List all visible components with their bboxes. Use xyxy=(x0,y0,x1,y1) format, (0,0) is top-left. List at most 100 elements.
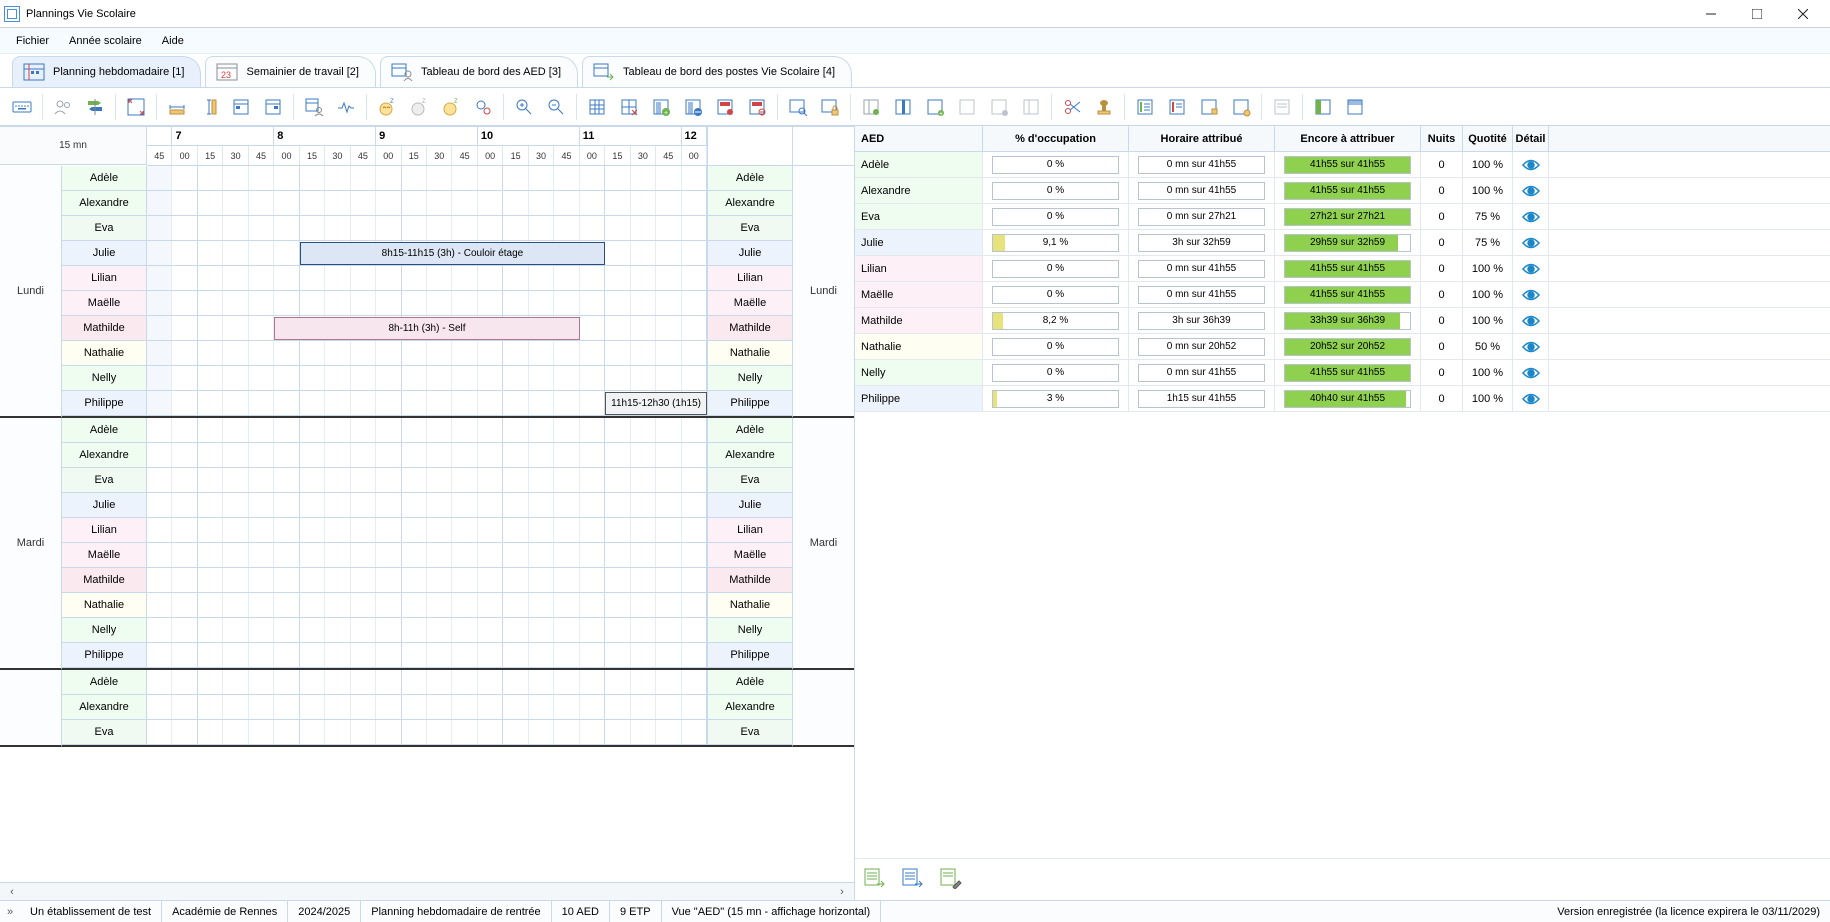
detail-eye-button[interactable] xyxy=(1513,334,1549,359)
grid-area[interactable]: 8h15-11h15 (3h) - Couloir étage8h-11h (3… xyxy=(147,166,707,418)
status-chevron-icon[interactable]: » xyxy=(0,906,20,918)
tab-semainier[interactable]: 23 Semainier de travail [2] xyxy=(205,56,376,87)
panel-left-icon[interactable] xyxy=(1307,92,1339,122)
aed-name[interactable]: Eva xyxy=(707,216,792,241)
maximize-button[interactable] xyxy=(1734,0,1780,28)
aed-row[interactable]: Julie9,1 %3h sur 32h5929h59 sur 32h59075… xyxy=(855,230,1830,256)
close-button[interactable] xyxy=(1780,0,1826,28)
detail-eye-button[interactable] xyxy=(1513,152,1549,177)
aed-name[interactable]: Alexandre xyxy=(62,695,147,720)
event-philippe[interactable]: 11h15-12h30 (1h15) xyxy=(605,392,707,415)
grid-gdis3-icon[interactable] xyxy=(1015,92,1047,122)
aed-name[interactable]: Lilian xyxy=(62,266,147,291)
aed-name[interactable]: Maëlle xyxy=(707,291,792,316)
signpost-icon[interactable] xyxy=(79,92,111,122)
people-icon[interactable] xyxy=(47,92,79,122)
keyboard-icon[interactable] xyxy=(6,92,38,122)
cal-left-icon[interactable] xyxy=(225,92,257,122)
face-zzz-green-icon[interactable]: Z xyxy=(435,92,467,122)
aed-name[interactable]: Philippe xyxy=(62,391,147,416)
search-window-icon[interactable] xyxy=(782,92,814,122)
aed-row[interactable]: Lilian0 %0 mn sur 41h5541h55 sur 41h5501… xyxy=(855,256,1830,282)
detail-eye-button[interactable] xyxy=(1513,282,1549,307)
lock-window-icon[interactable] xyxy=(814,92,846,122)
aed-row[interactable]: Nelly0 %0 mn sur 41h5541h55 sur 41h55010… xyxy=(855,360,1830,386)
aed-name[interactable]: Lilian xyxy=(707,266,792,291)
zoom-out-icon[interactable] xyxy=(540,92,572,122)
event-julie[interactable]: 8h15-11h15 (3h) - Couloir étage xyxy=(300,242,605,265)
tab-bord-aed[interactable]: Tableau de bord des AED [3] xyxy=(380,56,578,87)
aed-name[interactable]: Nathalie xyxy=(707,341,792,366)
grid-gcol-icon[interactable] xyxy=(887,92,919,122)
export-green-icon[interactable] xyxy=(863,867,887,892)
tab-bord-postes[interactable]: Tableau de bord des postes Vie Scolaire … xyxy=(582,56,852,87)
list-red-icon[interactable] xyxy=(1161,92,1193,122)
aed-row[interactable]: Eva0 %0 mn sur 27h2127h21 sur 27h21075 % xyxy=(855,204,1830,230)
stamp-icon[interactable] xyxy=(1088,92,1120,122)
detail-eye-button[interactable] xyxy=(1513,204,1549,229)
grid-minus-icon[interactable] xyxy=(677,92,709,122)
aed-name[interactable]: Maëlle xyxy=(62,543,147,568)
aed-name[interactable]: Maëlle xyxy=(707,543,792,568)
aed-name[interactable]: Alexandre xyxy=(707,191,792,216)
aed-name[interactable]: Alexandre xyxy=(707,695,792,720)
scroll-right-icon[interactable]: › xyxy=(834,886,850,898)
aed-name[interactable]: Julie xyxy=(707,493,792,518)
aed-name[interactable]: Eva xyxy=(62,720,147,745)
face-zzz-grey1-icon[interactable]: Z xyxy=(403,92,435,122)
menu-fichier[interactable]: Fichier xyxy=(6,32,59,50)
grid-gdis1-icon[interactable] xyxy=(951,92,983,122)
aed-row[interactable]: Adèle0 %0 mn sur 41h5541h55 sur 41h55010… xyxy=(855,152,1830,178)
detail-eye-button[interactable] xyxy=(1513,178,1549,203)
schedule-grid[interactable]: 15 mn78910111245001530450015304500153045… xyxy=(0,126,854,747)
aed-name[interactable]: Nelly xyxy=(62,618,147,643)
list-lock-icon[interactable] xyxy=(1193,92,1225,122)
aed-name[interactable]: Mathilde xyxy=(707,568,792,593)
grid-red-icon[interactable] xyxy=(709,92,741,122)
aed-name[interactable]: Alexandre xyxy=(62,191,147,216)
aed-name[interactable]: Adèle xyxy=(62,166,147,191)
ruler-v-icon[interactable] xyxy=(193,92,225,122)
aed-name[interactable]: Nathalie xyxy=(62,341,147,366)
gears-icon[interactable] xyxy=(467,92,499,122)
cal-person-icon[interactable] xyxy=(298,92,330,122)
cal-right-icon[interactable] xyxy=(257,92,289,122)
aed-name[interactable]: Julie xyxy=(62,241,147,266)
aed-name[interactable]: Maëlle xyxy=(62,291,147,316)
face-zzz-blue-icon[interactable]: Z xyxy=(371,92,403,122)
aed-name[interactable]: Alexandre xyxy=(707,443,792,468)
heartbeat-icon[interactable] xyxy=(330,92,362,122)
aed-name[interactable]: Eva xyxy=(707,720,792,745)
aed-name[interactable]: Lilian xyxy=(62,518,147,543)
th-quotite[interactable]: Quotité xyxy=(1463,126,1513,151)
grid-gadd2-icon[interactable]: + xyxy=(919,92,951,122)
grid-area[interactable] xyxy=(147,670,707,747)
th-nuits[interactable]: Nuits xyxy=(1421,126,1463,151)
tab-planning-hebdo[interactable]: Planning hebdomadaire [1] xyxy=(12,56,201,87)
aed-row[interactable]: Philippe3 %1h15 sur 41h5540h40 sur 41h55… xyxy=(855,386,1830,412)
grid-gdis2-icon[interactable] xyxy=(983,92,1015,122)
aed-row[interactable]: Alexandre0 %0 mn sur 41h5541h55 sur 41h5… xyxy=(855,178,1830,204)
scissors-icon[interactable] xyxy=(1056,92,1088,122)
aed-row[interactable]: Nathalie0 %0 mn sur 20h5220h52 sur 20h52… xyxy=(855,334,1830,360)
list-badge-icon[interactable] xyxy=(1225,92,1257,122)
aed-name[interactable]: Adèle xyxy=(62,418,147,443)
aed-name[interactable]: Nelly xyxy=(707,618,792,643)
aed-name[interactable]: Nelly xyxy=(62,366,147,391)
th-aed[interactable]: AED xyxy=(855,126,983,151)
grid-gedit-icon[interactable] xyxy=(855,92,887,122)
aed-name[interactable]: Alexandre xyxy=(62,443,147,468)
grid-area[interactable] xyxy=(147,418,707,670)
aed-name[interactable]: Nathalie xyxy=(707,593,792,618)
aed-name[interactable]: Adèle xyxy=(62,670,147,695)
grid-plain-icon[interactable] xyxy=(581,92,613,122)
aed-name[interactable]: Mathilde xyxy=(62,316,147,341)
th-occupation[interactable]: % d'occupation xyxy=(983,126,1129,151)
aed-name[interactable]: Eva xyxy=(62,468,147,493)
aed-name[interactable]: Adèle xyxy=(707,670,792,695)
aed-name[interactable]: Lilian xyxy=(707,518,792,543)
aed-row[interactable]: Mathilde8,2 %3h sur 36h3933h39 sur 36h39… xyxy=(855,308,1830,334)
th-detail[interactable]: Détail xyxy=(1513,126,1549,151)
resize-icon[interactable] xyxy=(120,92,152,122)
export-edit-icon[interactable] xyxy=(939,867,963,892)
